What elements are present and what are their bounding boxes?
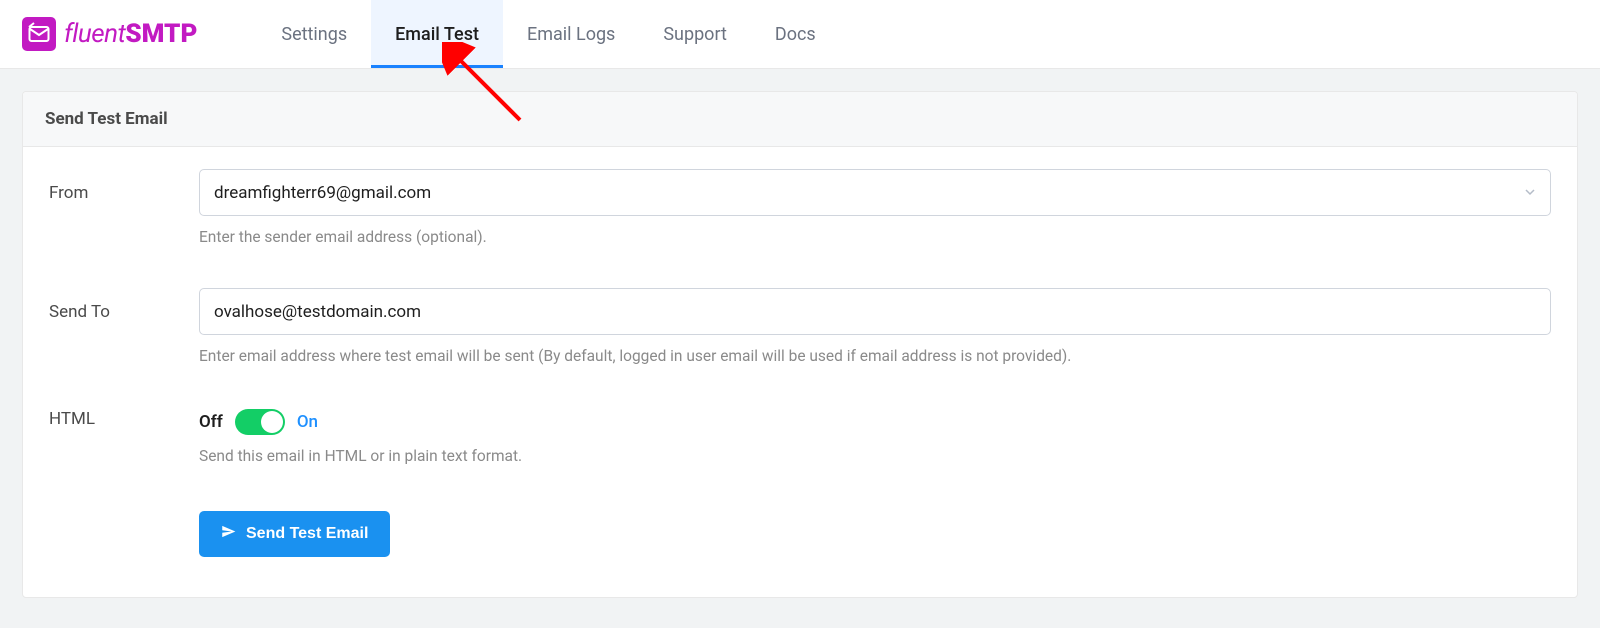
logo: fluentSMTP bbox=[22, 17, 197, 51]
html-toggle-hint: Send this email in HTML or in plain text… bbox=[199, 447, 1551, 465]
paper-plane-icon bbox=[221, 524, 236, 544]
tab-support[interactable]: Support bbox=[639, 0, 751, 68]
toggle-on-label: On bbox=[297, 412, 318, 432]
tab-bar: Settings Email Test Email Logs Support D… bbox=[257, 0, 839, 68]
toggle-off-label: Off bbox=[199, 412, 223, 432]
send-to-input-value: ovalhose@testdomain.com bbox=[214, 302, 421, 322]
tab-docs[interactable]: Docs bbox=[751, 0, 840, 68]
from-label: From bbox=[49, 169, 199, 203]
logo-text: fluentSMTP bbox=[64, 19, 197, 49]
send-to-input[interactable]: ovalhose@testdomain.com bbox=[199, 288, 1551, 335]
html-label: HTML bbox=[49, 407, 199, 429]
tab-settings[interactable]: Settings bbox=[257, 0, 371, 68]
tab-email-logs[interactable]: Email Logs bbox=[503, 0, 639, 68]
panel-title: Send Test Email bbox=[23, 92, 1577, 147]
tab-email-test[interactable]: Email Test bbox=[371, 0, 503, 68]
send-button-label: Send Test Email bbox=[246, 525, 368, 543]
toggle-knob bbox=[261, 411, 283, 433]
send-to-hint: Enter email address where test email wil… bbox=[199, 347, 1551, 365]
chevron-down-icon bbox=[1524, 183, 1536, 203]
send-test-email-panel: Send Test Email From dreamfighterr69@gma… bbox=[22, 91, 1578, 598]
from-select[interactable]: dreamfighterr69@gmail.com bbox=[199, 169, 1551, 216]
from-select-value: dreamfighterr69@gmail.com bbox=[214, 183, 431, 203]
send-test-email-button[interactable]: Send Test Email bbox=[199, 511, 390, 557]
send-to-label: Send To bbox=[49, 288, 199, 322]
envelope-icon bbox=[22, 17, 56, 51]
from-hint: Enter the sender email address (optional… bbox=[199, 228, 1551, 246]
html-toggle[interactable] bbox=[235, 409, 285, 435]
